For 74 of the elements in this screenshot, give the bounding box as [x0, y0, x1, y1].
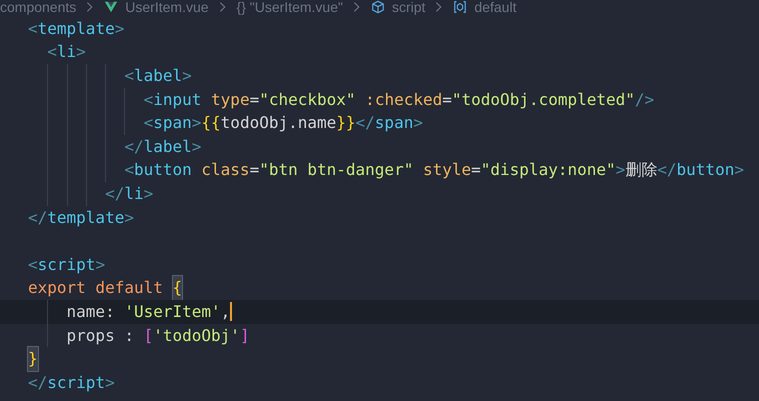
variable-icon [453, 0, 468, 14]
breadcrumb-item[interactable]: script [392, 0, 426, 15]
code-token: template [47, 206, 124, 229]
code-token: name: [66, 300, 116, 323]
code-token: props : [66, 324, 135, 347]
code-token: /> [634, 88, 654, 111]
code-token: </ [104, 182, 124, 205]
code-token: todoObj.name [220, 112, 336, 134]
code-token: > [192, 112, 202, 134]
code-token: < [123, 159, 134, 182]
breadcrumb-item[interactable]: UserItem.vue [125, 0, 209, 15]
code-token: label [134, 64, 182, 87]
code-token: span [153, 112, 192, 134]
code-token: script [38, 254, 96, 276]
code-token: > [114, 18, 124, 40]
code-token: = [250, 159, 260, 182]
code-token: , [220, 300, 230, 323]
breadcrumb-item[interactable]: {} "UserItem.vue" [236, 0, 343, 15]
code-token: li [124, 182, 144, 205]
code-token: ] [240, 324, 250, 347]
code-token: < [46, 41, 57, 64]
code-token: = [250, 88, 260, 111]
code-token: </ [123, 136, 144, 158]
code-token: > [95, 254, 106, 276]
code-token: template [38, 18, 115, 40]
code-token: > [144, 182, 154, 205]
code-token: 'todoObj' [153, 324, 240, 347]
cube-icon [370, 0, 385, 14]
code-token: { [172, 276, 182, 300]
code-token: > [616, 159, 626, 182]
code-token: "todoObj.completed" [452, 88, 635, 111]
code-token: button [676, 159, 734, 182]
code-token: </ [28, 372, 48, 394]
code-token: [ [144, 324, 154, 347]
code-token: class [200, 159, 250, 182]
code-token: script [47, 372, 106, 394]
vue-logo-icon [104, 0, 118, 14]
code-token: = [442, 88, 452, 111]
code-token: < [123, 64, 134, 87]
code-token: 'UserItem' [124, 300, 221, 323]
code-token: > [182, 64, 192, 87]
breadcrumb-item[interactable]: default [474, 0, 516, 15]
code-token: type [210, 88, 250, 111]
code-token: label [144, 136, 192, 158]
code-token: span [374, 112, 414, 134]
code-token: 删除 [625, 159, 658, 182]
code-token: "checkbox" [259, 88, 356, 111]
text-cursor [230, 302, 232, 322]
code-token: < [142, 88, 154, 111]
code-token: > [413, 112, 423, 134]
code-token: > [124, 206, 134, 229]
code-token: li [56, 41, 76, 64]
code-token: </ [356, 112, 375, 134]
breadcrumb-item[interactable]: components [0, 0, 76, 15]
code-token: export default [28, 277, 164, 300]
code-token: > [105, 372, 115, 394]
code-token: button [134, 159, 192, 182]
code-token: </ [657, 159, 677, 182]
code-token: > [734, 159, 744, 182]
code-token: > [192, 136, 202, 158]
code-token: } [28, 347, 38, 372]
code-token: {{ [201, 112, 221, 134]
code-token: </ [28, 206, 48, 229]
code-token: < [142, 112, 154, 134]
code-token: = [471, 159, 481, 182]
code-token: "btn btn-danger" [259, 159, 414, 182]
code-token: > [76, 41, 86, 64]
code-token: < [28, 18, 38, 40]
code-token: style [422, 159, 472, 182]
code-token: :checked [364, 88, 442, 111]
code-token: "display:none" [480, 159, 616, 182]
code-token: < [28, 254, 38, 276]
code-token: }} [336, 112, 356, 134]
code-token: input [153, 88, 202, 111]
